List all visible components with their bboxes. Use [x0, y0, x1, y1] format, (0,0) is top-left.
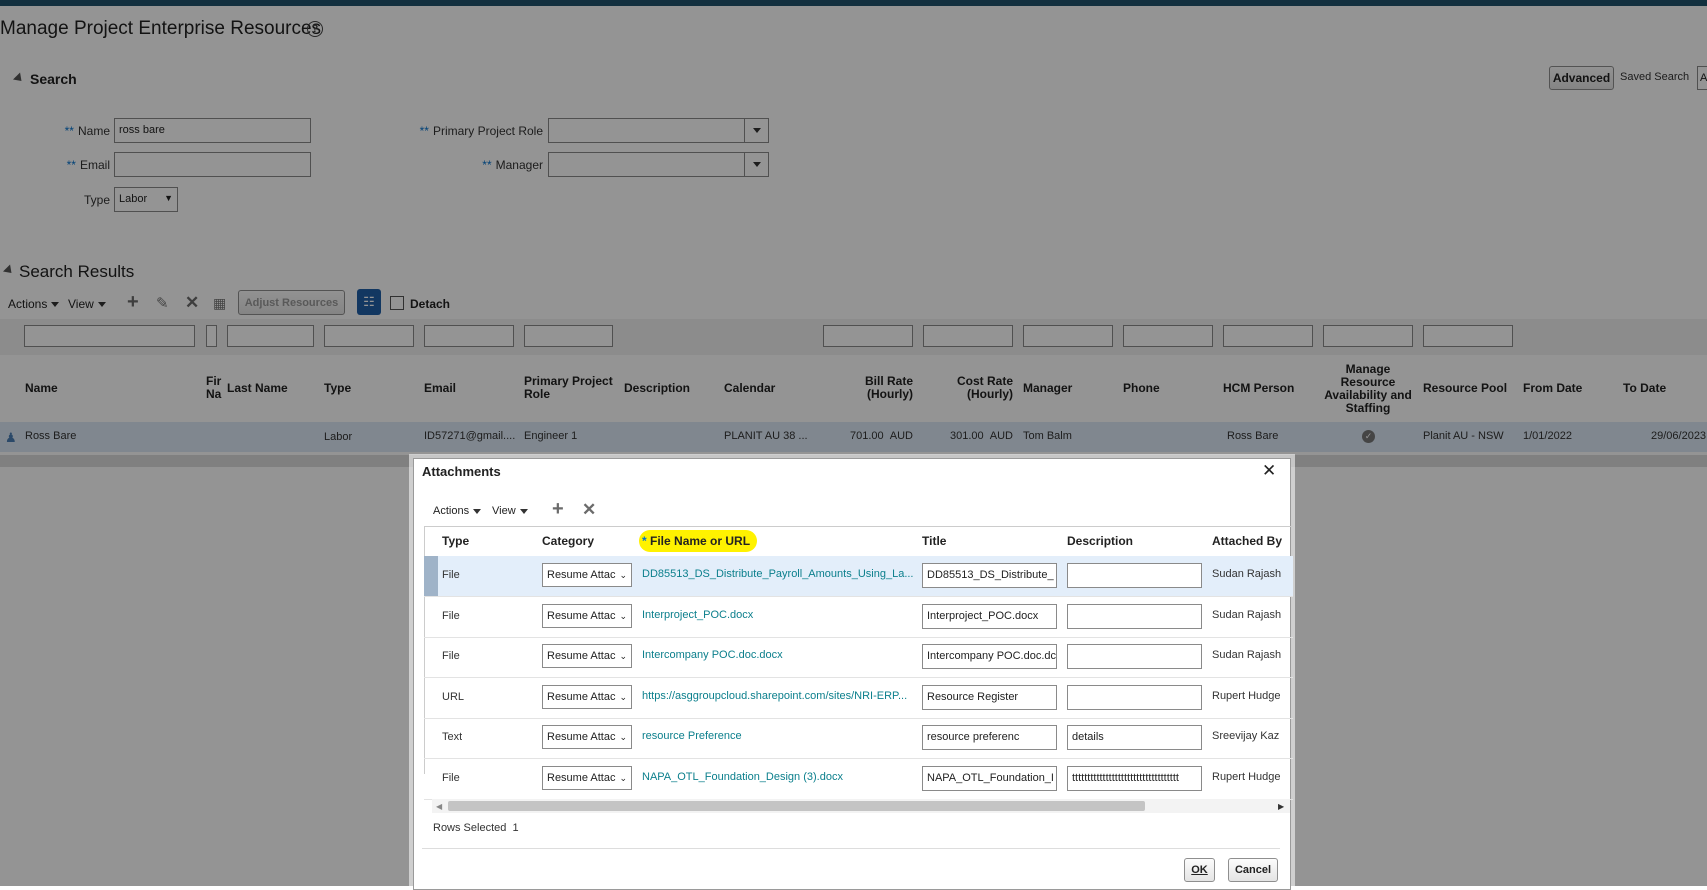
dialog-view-menu[interactable]: View — [492, 505, 528, 517]
chevron-down-icon: ⌄ — [619, 650, 627, 661]
dialog-title: Attachments — [422, 464, 501, 479]
att-cell-type: File — [442, 650, 460, 662]
scroll-thumb[interactable] — [448, 801, 1145, 811]
table-top-border — [424, 526, 1293, 527]
att-cell-attached-by: Sudan Rajash — [1212, 568, 1282, 580]
att-col-title[interactable]: Title — [922, 534, 946, 548]
att-col-category[interactable]: Category — [542, 534, 594, 548]
att-cell-attached-by: Rupert Hudge — [1212, 690, 1281, 702]
att-cell-type: File — [442, 569, 460, 581]
file-link[interactable]: Interproject_POC.docx — [642, 609, 914, 621]
category-select[interactable]: Resume Attac ⌄ — [542, 604, 632, 628]
title-input[interactable]: DD85513_DS_Distribute_ — [922, 563, 1057, 588]
chevron-down-icon: ⌄ — [619, 731, 627, 742]
dialog-view-label: View — [492, 505, 516, 517]
scroll-right-icon[interactable]: ▶ — [1278, 802, 1284, 811]
description-input[interactable]: ttttttttttttttttttttttttttttttttttt — [1067, 766, 1202, 791]
att-col-attached-by[interactable]: Attached By — [1212, 534, 1282, 548]
title-input[interactable]: Intercompany POC.doc.dc — [922, 644, 1057, 669]
file-link[interactable]: resource Preference — [642, 730, 914, 742]
category-value: Resume Attac — [547, 650, 616, 662]
title-input[interactable]: Resource Register — [922, 685, 1057, 710]
footer-divider — [422, 848, 1280, 849]
rows-selected-value: 1 — [512, 822, 519, 834]
att-col-file-text: File Name or URL — [650, 534, 751, 548]
add-attachment-icon[interactable]: + — [552, 499, 564, 519]
category-value: Resume Attac — [547, 731, 616, 743]
att-cell-type: Text — [442, 731, 463, 743]
att-cell-type: File — [442, 610, 460, 622]
category-select[interactable]: Resume Attac ⌄ — [542, 563, 632, 587]
description-input[interactable] — [1067, 644, 1202, 669]
category-value: Resume Attac — [547, 772, 616, 784]
required-asterisk: * — [642, 534, 647, 548]
row-selector[interactable] — [424, 556, 438, 596]
chevron-down-icon: ⌄ — [619, 610, 627, 621]
description-input[interactable] — [1067, 563, 1202, 588]
category-select[interactable]: Resume Attac ⌄ — [542, 766, 632, 790]
chevron-down-icon: ⌄ — [619, 772, 627, 783]
att-col-type[interactable]: Type — [442, 534, 469, 548]
file-link[interactable]: Intercompany POC.doc.docx — [642, 649, 914, 661]
att-cell-attached-by: Sreevijay Kaz — [1212, 730, 1280, 742]
attachments-dialog: Attachments ✕ Actions View + ✕ Type Cate… — [413, 458, 1293, 890]
category-select[interactable]: Resume Attac ⌄ — [542, 725, 632, 749]
category-value: Resume Attac — [547, 610, 616, 622]
title-input[interactable]: Interproject_POC.docx — [922, 604, 1057, 629]
att-cell-type: File — [442, 772, 460, 784]
att-cell-attached-by: Sudan Rajash — [1212, 649, 1282, 661]
dialog-actions-label: Actions — [433, 505, 470, 517]
chevron-down-icon — [473, 508, 482, 514]
att-cell-attached-by: Rupert Hudge — [1212, 771, 1281, 783]
category-select[interactable]: Resume Attac ⌄ — [542, 644, 632, 668]
att-col-description[interactable]: Description — [1067, 534, 1133, 548]
ok-button[interactable]: OK — [1184, 858, 1215, 882]
cancel-button[interactable]: Cancel — [1228, 858, 1278, 882]
att-col-file[interactable]: * File Name or URL — [642, 534, 750, 548]
description-input[interactable] — [1067, 685, 1202, 710]
description-input[interactable]: details — [1067, 725, 1202, 750]
file-link[interactable]: NAPA_OTL_Foundation_Design (3).docx — [642, 771, 914, 783]
description-input[interactable] — [1067, 604, 1202, 629]
file-link[interactable]: DD85513_DS_Distribute_Payroll_Amounts_Us… — [642, 568, 914, 580]
chevron-down-icon: ⌄ — [619, 569, 627, 580]
title-input[interactable]: resource preferenc — [922, 725, 1057, 750]
dialog-actions-menu[interactable]: Actions — [433, 505, 482, 517]
rows-selected-label: Rows Selected — [433, 822, 507, 834]
delete-attachment-icon[interactable]: ✕ — [582, 501, 596, 518]
chevron-down-icon: ⌄ — [619, 691, 627, 702]
category-select[interactable]: Resume Attac ⌄ — [542, 685, 632, 709]
rows-selected: Rows Selected 1 — [433, 822, 519, 834]
att-cell-type: URL — [442, 691, 465, 703]
att-cell-attached-by: Sudan Rajash — [1212, 609, 1282, 621]
scroll-left-icon[interactable]: ◀ — [436, 802, 442, 811]
title-input[interactable]: NAPA_OTL_Foundation_I — [922, 766, 1057, 791]
attachments-scrollbar[interactable]: ◀ ▶ — [432, 799, 1290, 813]
category-value: Resume Attac — [547, 691, 616, 703]
category-value: Resume Attac — [547, 569, 616, 581]
close-icon[interactable]: ✕ — [1262, 461, 1276, 481]
file-link[interactable]: https://asggroupcloud.sharepoint.com/sit… — [642, 690, 914, 702]
chevron-down-icon — [519, 508, 528, 514]
